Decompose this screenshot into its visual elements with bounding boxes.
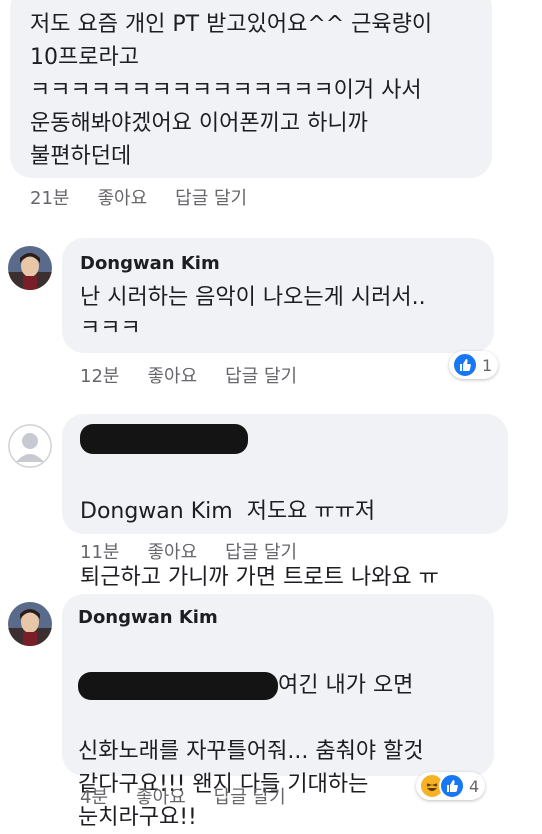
default-avatar-icon[interactable] — [8, 424, 52, 468]
like-link[interactable]: 좋아요 — [136, 783, 186, 809]
reaction-count: 1 — [482, 355, 493, 375]
comment-text-line: 퇴근하고 가니까 가면 트로트 나와요 ㅠ — [80, 565, 439, 590]
like-link[interactable]: 좋아요 — [147, 538, 197, 564]
comment-time: 21분 — [30, 188, 70, 209]
comment-actions: 21분 좋아요 답글 달기 — [30, 184, 247, 210]
comment-bubble: Dongwan Kim 저도요 ㅠㅠ저 퇴근하고 가니까 가면 트로트 나와요 … — [62, 414, 508, 590]
reply-link[interactable]: 답글 달기 — [225, 362, 297, 388]
reaction-count: 4 — [469, 776, 480, 796]
profile-photo[interactable] — [8, 246, 52, 290]
reply-link[interactable]: 답글 달기 — [225, 538, 297, 564]
comment-time: 4분 — [80, 787, 109, 808]
comment-actions: 11분 좋아요 답글 달기 — [80, 538, 297, 564]
reaction-summary[interactable]: 4 — [416, 772, 486, 800]
like-icon — [439, 773, 465, 799]
reaction-summary[interactable]: 1 — [449, 351, 499, 379]
redacted-author — [80, 424, 508, 458]
comment-actions: 12분 좋아요 답글 달기 — [80, 362, 297, 388]
like-icon — [452, 352, 478, 378]
profile-photo[interactable] — [8, 602, 52, 646]
reply-link[interactable]: 답글 달기 — [214, 783, 286, 809]
reply-link[interactable]: 답글 달기 — [175, 184, 247, 210]
mention-tag[interactable]: Dongwan Kim — [80, 499, 233, 524]
like-link[interactable]: 좋아요 — [97, 184, 147, 210]
comment-text-line: 여긴 내가 오면 — [278, 673, 414, 698]
comment-bubble: Dongwan Kim 난 시러하는 음악이 나오는게 시러서.. ㅋㅋㅋ — [62, 238, 494, 353]
comment-text: 난 시러하는 음악이 나오는게 시러서.. ㅋㅋㅋ — [80, 285, 426, 341]
comment-bubble: Dongwan Kim 여긴 내가 오면 신화노래를 자꾸틀어줘... 춤춰야 … — [62, 594, 494, 830]
comment-actions: 4분 좋아요 답글 달기 — [80, 783, 286, 809]
redacted-mention — [78, 672, 278, 700]
comment-author[interactable]: Dongwan Kim — [80, 252, 494, 276]
comment-time: 11분 — [80, 542, 120, 563]
comment-text-line: 저도요 ㅠㅠ저 — [246, 499, 376, 524]
comment-text: Dongwan Kim 저도요 ㅠㅠ저 퇴근하고 가니까 가면 트로트 나와요 … — [80, 462, 508, 594]
comment-author[interactable]: Dongwan Kim — [78, 606, 494, 630]
comment-bubble: 저도 요즘 개인 PT 받고있어요^^ 근육량이 10프로라고 ㅋㅋㅋㅋㅋㅋㅋㅋ… — [10, 0, 492, 178]
comment-text: 저도 요즘 개인 PT 받고있어요^^ 근육량이 10프로라고 ㅋㅋㅋㅋㅋㅋㅋㅋ… — [30, 12, 433, 169]
comment-time: 12분 — [80, 366, 120, 387]
like-link[interactable]: 좋아요 — [147, 362, 197, 388]
